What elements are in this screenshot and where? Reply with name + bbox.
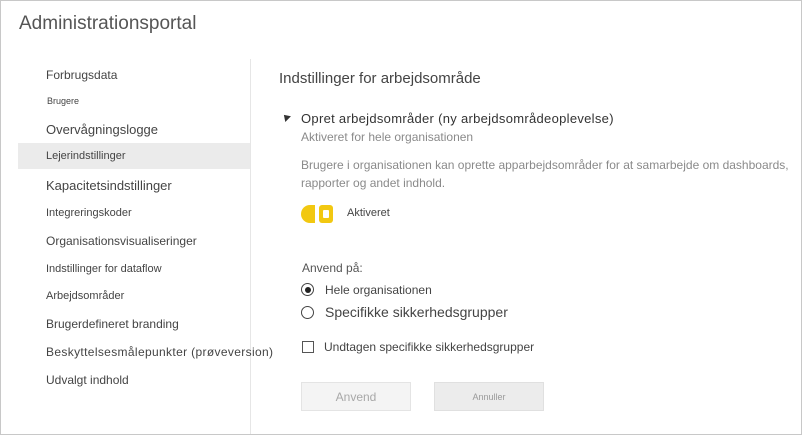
- sidebar-item-label: Overvågningslogge: [46, 122, 159, 137]
- apply-to-label: Anvend på:: [302, 261, 363, 275]
- sidebar-item-label: Arbejdsområder: [46, 290, 125, 302]
- sidebar-item-brugerdefineret-branding[interactable]: Brugerdefineret branding: [18, 311, 250, 337]
- sidebar-item-label: Brugere: [47, 96, 80, 106]
- sidebar-item-label: Organisationsvisualiseringer: [46, 234, 197, 248]
- sidebar-item-brugere[interactable]: Brugere: [18, 88, 250, 114]
- section-title: Indstillinger for arbejdsområde: [279, 70, 481, 87]
- sidebar-item-label: Integreringskoder: [46, 207, 132, 219]
- radio-selected-icon: [301, 283, 314, 296]
- radio-label: Hele organisationen: [325, 283, 432, 297]
- sidebar: Forbrugsdata Brugere Overvågningslogge L…: [18, 59, 273, 434]
- collapse-triangle-icon[interactable]: [281, 112, 291, 122]
- sidebar-item-label: Lejerindstillinger: [46, 150, 126, 162]
- radio-hele-organisationen[interactable]: Hele organisationen: [301, 282, 501, 300]
- admin-portal-window: Administrationsportal Forbrugsdata Bruge…: [0, 0, 802, 435]
- sidebar-item-lejerindstillinger[interactable]: Lejerindstillinger: [18, 143, 250, 169]
- app-title: Administrationsportal: [19, 13, 197, 34]
- sidebar-item-overvaagningslogge[interactable]: Overvågningslogge: [18, 117, 250, 143]
- setting-status: Aktiveret for hele organisationen: [301, 130, 474, 144]
- sidebar-item-label: Kapacitetsindstillinger: [46, 178, 172, 193]
- enabled-toggle[interactable]: [301, 205, 335, 223]
- toggle-thumb-icon: [319, 205, 333, 223]
- sidebar-item-forbrugsdata[interactable]: Forbrugsdata: [18, 62, 250, 88]
- sidebar-item-kapacitetsindstillinger[interactable]: Kapacitetsindstillinger: [18, 173, 250, 199]
- cancel-button[interactable]: Annuller: [434, 382, 544, 411]
- sidebar-item-organisationsvisualiseringer[interactable]: Organisationsvisualiseringer: [18, 228, 250, 254]
- exception-checkbox-row[interactable]: Undtagen specifikke sikkerhedsgrupper: [301, 340, 561, 356]
- setting-description: Brugere i organisationen kan oprette app…: [301, 158, 789, 190]
- sidebar-item-label: Indstillinger for dataflow: [46, 263, 162, 275]
- sidebar-item-label: Beskyttelsesmålepunkter (prøveversion): [46, 345, 274, 359]
- apply-button[interactable]: Anvend: [301, 382, 411, 411]
- exception-checkbox[interactable]: [302, 341, 314, 353]
- toggle-track-icon: [301, 205, 315, 223]
- sidebar-item-arbejdsomraader[interactable]: Arbejdsområder: [18, 283, 250, 309]
- sidebar-item-beskyttelsesmaalepunkter[interactable]: Beskyttelsesmålepunkter (prøveversion): [18, 339, 273, 365]
- sidebar-item-integreringskoder[interactable]: Integreringskoder: [18, 200, 250, 226]
- sidebar-item-label: Brugerdefineret branding: [46, 317, 179, 331]
- setting-name: Opret arbejdsområder (ny arbejdsområdeop…: [301, 111, 614, 126]
- radio-specifikke-sikkerhedsgrupper[interactable]: Specifikke sikkerhedsgrupper: [301, 304, 531, 323]
- exception-checkbox-label: Undtagen specifikke sikkerhedsgrupper: [324, 340, 535, 354]
- sidebar-item-label: Forbrugsdata: [46, 68, 118, 82]
- toggle-label: Aktiveret: [347, 207, 390, 219]
- sidebar-item-udvalgt-indhold[interactable]: Udvalgt indhold: [18, 367, 250, 393]
- sidebar-item-indstillinger-for-dataflow[interactable]: Indstillinger for dataflow: [18, 256, 250, 282]
- radio-label: Specifikke sikkerhedsgrupper: [325, 304, 508, 320]
- sidebar-item-label: Udvalgt indhold: [46, 373, 129, 387]
- radio-unselected-icon: [301, 306, 314, 319]
